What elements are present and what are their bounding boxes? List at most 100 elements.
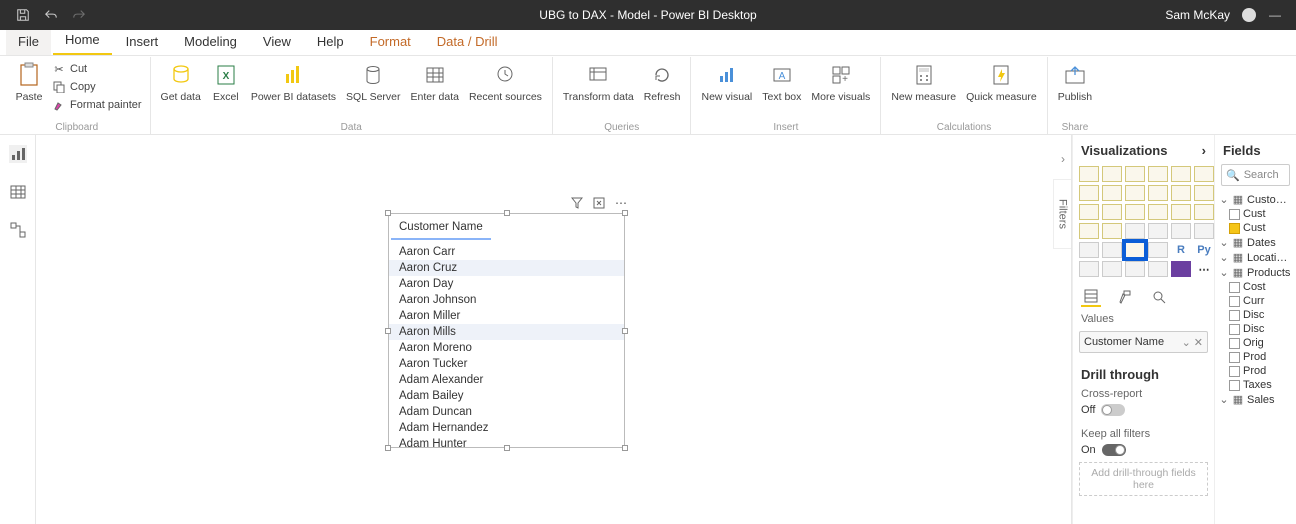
table-row[interactable]: Aaron Moreno (389, 340, 624, 356)
pbi-datasets-button[interactable]: Power BI datasets (247, 59, 340, 105)
table-sales[interactable]: ⌄▦Sales (1217, 392, 1294, 407)
avatar[interactable] (1242, 8, 1256, 22)
save-icon[interactable] (16, 8, 30, 22)
more-visuals-button[interactable]: +More visuals (807, 59, 874, 105)
table-row[interactable]: Adam Hernandez (389, 420, 624, 436)
field-item[interactable]: Cust (1217, 207, 1294, 221)
viz-paginated[interactable] (1148, 261, 1168, 277)
field-item[interactable]: Cost (1217, 280, 1294, 294)
tab-home[interactable]: Home (53, 26, 112, 55)
focus-mode-icon[interactable] (592, 196, 606, 210)
viz-donut[interactable] (1171, 204, 1191, 220)
drill-fields-drop[interactable]: Add drill-through fields here (1079, 462, 1208, 496)
text-box-button[interactable]: AText box (758, 59, 805, 105)
tab-insert[interactable]: Insert (114, 28, 171, 55)
viz-stacked-col[interactable] (1102, 166, 1122, 182)
viz-line-col2[interactable] (1171, 185, 1191, 201)
viz-clustered-col[interactable] (1148, 166, 1168, 182)
table-customers[interactable]: ⌄▦Customers (1217, 192, 1294, 207)
table-products[interactable]: ⌄▦Products (1217, 265, 1294, 280)
filters-pane-tab[interactable]: Filters (1053, 179, 1071, 249)
fields-search[interactable]: 🔍Search (1221, 164, 1290, 186)
viz-funnel[interactable] (1102, 204, 1122, 220)
copy-button[interactable]: Copy (50, 79, 144, 95)
viz-filled-map[interactable] (1102, 223, 1122, 239)
report-view-icon[interactable] (9, 145, 27, 163)
enter-data-button[interactable]: Enter data (407, 59, 463, 105)
viz-slicer[interactable] (1102, 242, 1122, 258)
table-header[interactable]: Customer Name (391, 216, 491, 240)
table-dates[interactable]: ⌄▦Dates (1217, 235, 1294, 250)
viz-gauge[interactable] (1148, 223, 1168, 239)
new-visual-button[interactable]: New visual (697, 59, 756, 105)
tab-modeling[interactable]: Modeling (172, 28, 249, 55)
paste-button[interactable]: Paste (10, 59, 48, 105)
resize-handle[interactable] (504, 445, 510, 451)
get-data-button[interactable]: Get data (157, 59, 205, 105)
undo-icon[interactable] (44, 8, 58, 22)
viz-kpi[interactable] (1079, 242, 1099, 258)
transform-data-button[interactable]: Transform data (559, 59, 638, 105)
viz-more[interactable]: ⋯ (1194, 261, 1214, 277)
viz-stacked-bar[interactable] (1079, 166, 1099, 182)
resize-handle[interactable] (385, 328, 391, 334)
viz-py[interactable]: Py (1194, 242, 1214, 258)
format-painter-button[interactable]: Format painter (50, 97, 144, 113)
table-row[interactable]: Aaron Tucker (389, 356, 624, 372)
table-row[interactable]: Adam Alexander (389, 372, 624, 388)
viz-100-col[interactable] (1194, 166, 1214, 182)
viz-area[interactable] (1102, 185, 1122, 201)
viz-decomp[interactable] (1102, 261, 1122, 277)
table-row[interactable]: Aaron Cruz (389, 260, 624, 276)
tab-format[interactable]: Format (358, 28, 423, 55)
viz-100-bar[interactable] (1171, 166, 1191, 182)
remove-field-icon[interactable]: ✕ (1194, 336, 1203, 349)
table-row[interactable]: Aaron Johnson (389, 292, 624, 308)
chevron-right-icon[interactable]: › (1202, 143, 1206, 158)
viz-multi-card[interactable] (1194, 223, 1214, 239)
resize-handle[interactable] (622, 328, 628, 334)
resize-handle[interactable] (622, 445, 628, 451)
keep-filters-toggle[interactable] (1102, 444, 1126, 456)
data-view-icon[interactable] (9, 183, 27, 201)
cross-report-toggle[interactable] (1101, 404, 1125, 416)
sql-server-button[interactable]: SQL Server (342, 59, 404, 105)
viz-map[interactable] (1079, 223, 1099, 239)
field-item[interactable]: Curr (1217, 294, 1294, 308)
format-tab-icon[interactable] (1115, 287, 1135, 307)
table-row[interactable]: Aaron Miller (389, 308, 624, 324)
model-view-icon[interactable] (9, 221, 27, 239)
viz-pie[interactable] (1148, 204, 1168, 220)
field-item[interactable]: Prod (1217, 364, 1294, 378)
table-row[interactable]: Adam Bailey (389, 388, 624, 404)
quick-measure-button[interactable]: Quick measure (962, 59, 1041, 105)
chevron-down-icon[interactable]: ⌄ (1182, 336, 1191, 349)
viz-stacked-area[interactable] (1125, 185, 1145, 201)
viz-shape-map[interactable] (1125, 223, 1145, 239)
viz-r[interactable]: R (1171, 242, 1191, 258)
filter-icon[interactable] (570, 196, 584, 210)
field-item[interactable]: Disc (1217, 322, 1294, 336)
cut-button[interactable]: ✂Cut (50, 61, 144, 77)
values-well[interactable]: Customer Name⌄✕ (1079, 331, 1208, 353)
viz-line-col[interactable] (1148, 185, 1168, 201)
viz-ribbon[interactable] (1194, 185, 1214, 201)
tab-help[interactable]: Help (305, 28, 356, 55)
viz-custom[interactable] (1171, 261, 1191, 277)
field-item[interactable]: Disc (1217, 308, 1294, 322)
resize-handle[interactable] (622, 210, 628, 216)
tab-view[interactable]: View (251, 28, 303, 55)
field-item[interactable]: Taxes (1217, 378, 1294, 392)
viz-treemap[interactable] (1194, 204, 1214, 220)
table-row[interactable]: Aaron Day (389, 276, 624, 292)
viz-key-influencer[interactable] (1079, 261, 1099, 277)
resize-handle[interactable] (385, 445, 391, 451)
table-visual[interactable]: ⋯ Customer Name Aaron Carr Aaron Cruz Aa… (388, 213, 625, 448)
publish-button[interactable]: Publish (1054, 59, 1096, 105)
viz-table[interactable] (1125, 242, 1145, 258)
viz-matrix[interactable] (1148, 242, 1168, 258)
fields-tab-icon[interactable] (1081, 287, 1101, 307)
tab-datadrill[interactable]: Data / Drill (425, 28, 510, 55)
recent-sources-button[interactable]: Recent sources (465, 59, 546, 105)
new-measure-button[interactable]: New measure (887, 59, 960, 105)
